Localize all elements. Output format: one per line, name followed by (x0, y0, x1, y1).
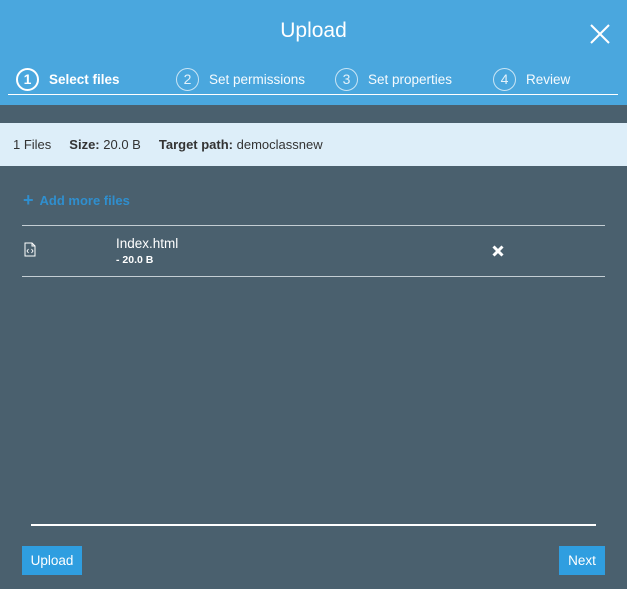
step-label: Select files (49, 71, 120, 87)
step-set-properties[interactable]: 3 Set properties (335, 67, 452, 91)
wizard-steps: 1 Select files 2 Set permissions 3 Set p… (8, 64, 618, 95)
upload-summary-bar: 1 Files Size: 20.0 B Target path: democl… (0, 123, 627, 166)
html-file-icon (24, 242, 36, 257)
step-label: Set properties (368, 71, 453, 87)
add-more-files-button[interactable]: + Add more files (23, 190, 130, 210)
files-count: 1 Files (13, 137, 52, 152)
file-size: - 20.0 B (116, 254, 154, 266)
step-number: 2 (176, 67, 199, 91)
close-icon[interactable] (589, 23, 611, 45)
step-select-files[interactable]: 1 Select files (16, 67, 120, 91)
target-path: Target path: democlassnew (159, 137, 323, 152)
step-set-permissions[interactable]: 2 Set permissions (176, 67, 305, 91)
footer-divider (31, 524, 596, 526)
step-label: Review (526, 71, 571, 87)
total-size: Size: 20.0 B (69, 137, 141, 152)
dialog-header: Upload 1 Select files 2 Set permissions … (0, 0, 627, 105)
target-path-label: Target path: (158, 137, 234, 152)
step-number: 1 (16, 67, 39, 91)
step-review[interactable]: 4 Review (493, 67, 570, 91)
target-path-value: democlassnew (236, 137, 323, 152)
file-name: Index.html (116, 236, 179, 251)
step-number: 3 (335, 67, 358, 91)
step-number: 4 (493, 67, 516, 91)
size-value: 20.0 B (103, 137, 141, 152)
plus-icon: + (23, 190, 34, 210)
upload-button[interactable]: Upload (22, 546, 82, 575)
add-more-files-label: Add more files (39, 192, 130, 208)
remove-file-icon[interactable] (492, 244, 504, 257)
step-label: Set permissions (209, 71, 306, 87)
dialog-title: Upload (280, 19, 347, 42)
next-button[interactable]: Next (559, 546, 605, 575)
size-label: Size: (69, 137, 100, 152)
file-list: Index.html - 20.0 B (22, 225, 605, 277)
